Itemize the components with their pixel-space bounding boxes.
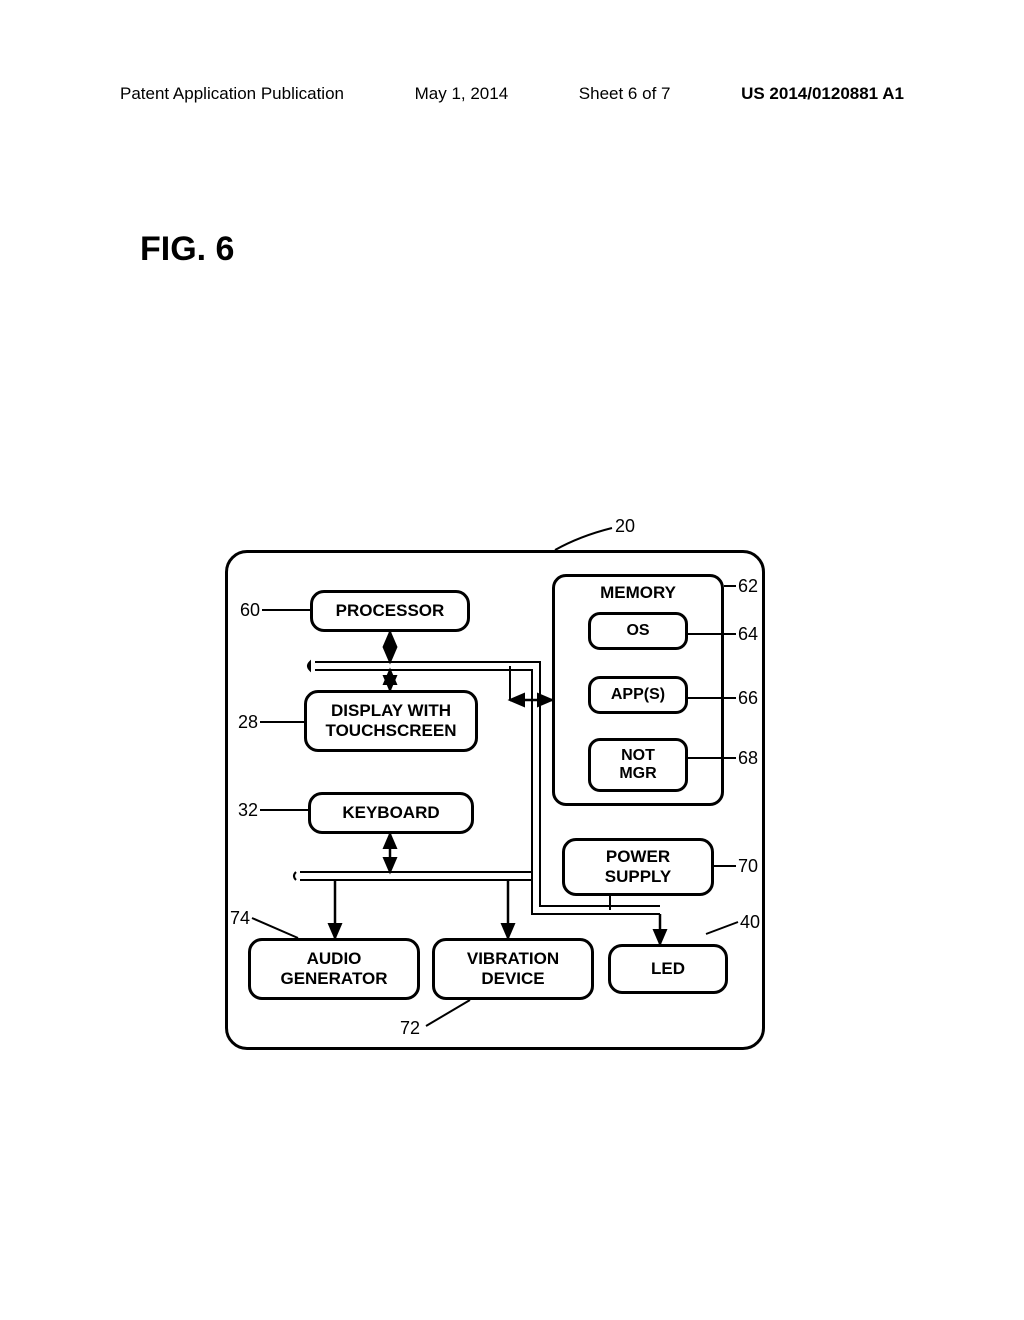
notmgr-text-1: NOT <box>621 747 655 765</box>
ref-64: 64 <box>738 624 758 645</box>
notmgr-text-2: MGR <box>619 765 656 783</box>
ref-70: 70 <box>738 856 758 877</box>
keyboard-block: KEYBOARD <box>308 792 474 834</box>
os-text: OS <box>626 622 649 640</box>
vibration-text-1: VIBRATION <box>467 949 559 969</box>
display-text-2: TOUCHSCREEN <box>326 721 457 741</box>
power-block: POWER SUPPLY <box>562 838 714 896</box>
power-text-1: POWER <box>606 847 670 867</box>
ref-72: 72 <box>400 1018 420 1039</box>
processor-block: PROCESSOR <box>310 590 470 632</box>
ref-20: 20 <box>615 516 635 537</box>
ref-32: 32 <box>238 800 258 821</box>
processor-text: PROCESSOR <box>336 601 445 621</box>
memory-text: MEMORY <box>555 583 721 603</box>
audio-text-1: AUDIO <box>307 949 362 969</box>
publication-label: Patent Application Publication <box>120 84 344 104</box>
display-text-1: DISPLAY WITH <box>331 701 451 721</box>
apps-block: APP(S) <box>588 676 688 714</box>
vibration-text-2: DEVICE <box>481 969 544 989</box>
power-text-2: SUPPLY <box>605 867 671 887</box>
os-block: OS <box>588 612 688 650</box>
ref-40: 40 <box>740 912 760 933</box>
page-header: Patent Application Publication May 1, 20… <box>0 84 1024 104</box>
figure-label: FIG. 6 <box>140 230 234 269</box>
apps-text: APP(S) <box>611 686 665 704</box>
ref-74: 74 <box>230 908 250 929</box>
audio-block: AUDIO GENERATOR <box>248 938 420 1000</box>
sheet-number: Sheet 6 of 7 <box>579 84 671 104</box>
led-block: LED <box>608 944 728 994</box>
ref-60: 60 <box>240 600 260 621</box>
ref-66: 66 <box>738 688 758 709</box>
notmgr-block: NOT MGR <box>588 738 688 792</box>
vibration-block: VIBRATION DEVICE <box>432 938 594 1000</box>
audio-text-2: GENERATOR <box>280 969 387 989</box>
ref-28: 28 <box>238 712 258 733</box>
led-text: LED <box>651 959 685 979</box>
publication-date: May 1, 2014 <box>415 84 509 104</box>
publication-number: US 2014/0120881 A1 <box>741 84 904 104</box>
keyboard-text: KEYBOARD <box>342 803 439 823</box>
ref-68: 68 <box>738 748 758 769</box>
display-block: DISPLAY WITH TOUCHSCREEN <box>304 690 478 752</box>
ref-62: 62 <box>738 576 758 597</box>
